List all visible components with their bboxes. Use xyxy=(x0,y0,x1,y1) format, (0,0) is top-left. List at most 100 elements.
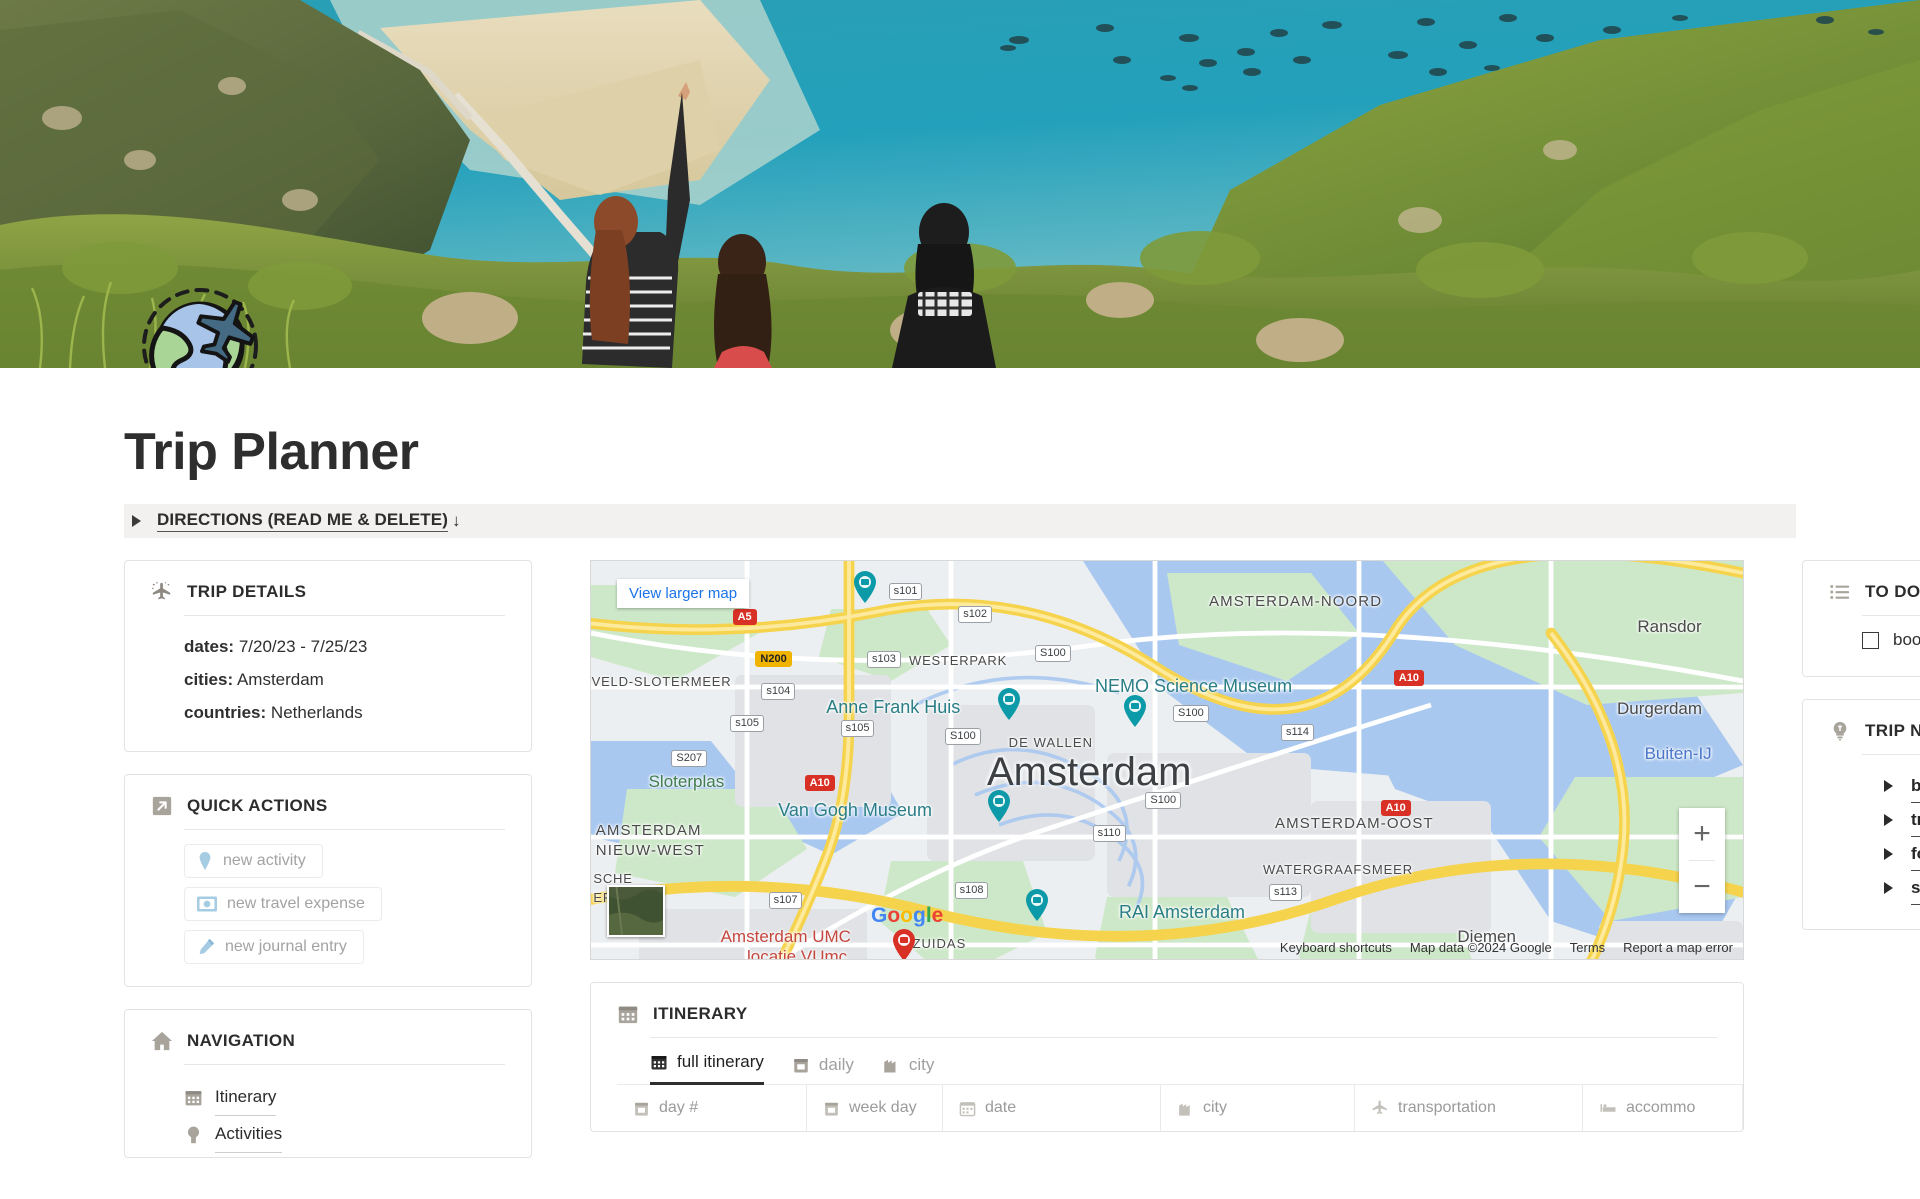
detail-value: Amsterdam xyxy=(236,670,324,689)
report-map-error-link[interactable]: Report a map error xyxy=(1623,940,1733,955)
calendar-icon xyxy=(184,1088,203,1107)
calendar-day-icon xyxy=(633,1100,650,1117)
arrow-up-right-box-icon xyxy=(151,795,173,817)
left-column: TRIP DETAILS dates: 7/20/23 - 7/25/23 ci… xyxy=(124,560,532,1180)
city-icon xyxy=(1177,1100,1194,1117)
tab-label: city xyxy=(908,1055,935,1074)
directions-toggle[interactable]: DIRECTIONS (READ ME & DELETE) ↓ xyxy=(124,504,1796,538)
nav-item-activities[interactable]: Activities xyxy=(184,1116,505,1153)
trip-note-label: travel tips xyxy=(1911,803,1920,837)
todo-header: TO DO LIST xyxy=(1829,581,1920,615)
qa-label: new travel expense xyxy=(227,895,365,912)
column-header-date[interactable]: date xyxy=(943,1085,1161,1131)
column-header-transportation[interactable]: transportation xyxy=(1355,1085,1583,1131)
trip-note-item[interactable]: brain dump xyxy=(1884,769,1920,803)
center-column: AMSTERDAM-NOORD Ransdor WESTERPARK NEMO Sci… xyxy=(590,560,1744,1180)
map-data-attribution: Map data ©2024 Google xyxy=(1409,940,1552,955)
trip-notes-title: TRIP NOTES xyxy=(1865,721,1920,740)
divider xyxy=(1862,615,1920,616)
globe-with-airplane-icon xyxy=(138,280,278,368)
navigation-title: NAVIGATION xyxy=(187,1031,296,1050)
terms-link[interactable]: Terms xyxy=(1570,940,1605,955)
tab-city[interactable]: city xyxy=(882,1055,935,1085)
itinerary-title: ITINERARY xyxy=(653,1004,748,1023)
calendar-icon xyxy=(650,1053,668,1071)
column-header-day-[interactable]: day # xyxy=(617,1085,807,1131)
todo-list-card: TO DO LIST book museum tickets xyxy=(1802,560,1920,677)
navigation-body: Itinerary Activities xyxy=(151,1079,505,1153)
trip-details-body: dates: 7/20/23 - 7/25/23 cities: Amsterd… xyxy=(151,630,505,729)
triangle-right-icon[interactable] xyxy=(1884,882,1893,894)
trip-details-title: TRIP DETAILS xyxy=(187,582,307,601)
airplane-icon xyxy=(1371,1099,1389,1117)
list-icon xyxy=(1829,581,1851,603)
new-journal-entry-button[interactable]: new journal entry xyxy=(184,930,364,964)
trip-note-label: foods to try xyxy=(1911,837,1920,871)
trip-detail-row: countries: Netherlands xyxy=(184,696,505,729)
todo-item[interactable]: book museum tickets xyxy=(1862,630,1920,650)
triangle-right-icon[interactable] xyxy=(1884,848,1893,860)
trip-detail-row: dates: 7/20/23 - 7/25/23 xyxy=(184,630,505,663)
new-travel-expense-button[interactable]: new travel expense xyxy=(184,887,382,921)
tab-full-itinerary[interactable]: full itinerary xyxy=(650,1052,764,1085)
triangle-right-icon[interactable] xyxy=(1884,780,1893,792)
detail-value: 7/20/23 - 7/25/23 xyxy=(238,637,368,656)
down-arrow-icon: ↓ xyxy=(451,511,461,530)
trip-notes-card: TRIP NOTES brain dumptravel tipsfoods to… xyxy=(1802,699,1920,930)
detail-label: countries: xyxy=(184,703,267,722)
right-column: TO DO LIST book museum tickets xyxy=(1802,560,1920,1180)
quick-actions-card: QUICK ACTIONS new activity new travel ex… xyxy=(124,774,532,987)
column-header-label: day # xyxy=(659,1099,699,1116)
column-header-week-day[interactable]: week day xyxy=(807,1085,943,1131)
city-icon xyxy=(882,1056,900,1074)
map-satellite-thumbnail[interactable] xyxy=(607,885,665,937)
trip-note-item[interactable]: souvenirs to buy xyxy=(1884,871,1920,905)
todo-checkbox[interactable] xyxy=(1862,631,1879,649)
map-zoom-controls[interactable]: + − xyxy=(1679,808,1725,913)
trip-notes-body: brain dumptravel tipsfoods to trysouveni… xyxy=(1829,769,1920,905)
nav-item-label: Activities xyxy=(215,1116,283,1153)
view-larger-map-link[interactable]: View larger map xyxy=(617,579,750,608)
main-grid: TRIP DETAILS dates: 7/20/23 - 7/25/23 ci… xyxy=(0,560,1920,1180)
hero-photo xyxy=(0,0,1920,368)
qa-label: new activity xyxy=(223,852,306,869)
map-tiles xyxy=(591,561,1743,959)
column-header-label: transportation xyxy=(1398,1099,1496,1116)
quick-actions-body: new activity new travel expense new jour… xyxy=(151,844,505,964)
column-header-city[interactable]: city xyxy=(1161,1085,1355,1131)
page-title: Trip Planner xyxy=(124,423,419,481)
quick-actions-header: QUICK ACTIONS xyxy=(151,795,505,829)
map-embed[interactable]: AMSTERDAM-NOORD Ransdor WESTERPARK NEMO Sci… xyxy=(590,560,1744,960)
column-header-label: accommo xyxy=(1626,1099,1696,1116)
itinerary-card: ITINERARY full itinerary daily city day … xyxy=(590,982,1744,1132)
column-header-label: city xyxy=(1203,1099,1227,1116)
trip-note-label: souvenirs to buy xyxy=(1911,871,1920,905)
new-activity-button[interactable]: new activity xyxy=(184,844,323,878)
column-header-label: week day xyxy=(849,1099,917,1116)
pin-icon xyxy=(184,1125,203,1144)
nav-item-itinerary[interactable]: Itinerary xyxy=(184,1079,505,1116)
calendar-icon xyxy=(617,1003,639,1025)
zoom-out-button[interactable]: − xyxy=(1679,861,1725,913)
column-header-label: date xyxy=(985,1099,1017,1116)
divider xyxy=(650,1037,1717,1038)
todo-item-label: book museum tickets xyxy=(1893,630,1920,649)
map-footer: Keyboard shortcuts Map data ©2024 Google… xyxy=(1266,937,1743,959)
tab-label: daily xyxy=(818,1055,854,1074)
keyboard-shortcuts-link[interactable]: Keyboard shortcuts xyxy=(1280,940,1392,955)
house-icon xyxy=(151,1030,173,1052)
detail-label: dates: xyxy=(184,637,235,656)
bed-icon xyxy=(1599,1099,1617,1117)
column-header-accommo[interactable]: accommo xyxy=(1583,1085,1743,1131)
triangle-right-icon[interactable] xyxy=(132,515,141,527)
trip-note-item[interactable]: travel tips xyxy=(1884,803,1920,837)
tab-daily[interactable]: daily xyxy=(792,1055,854,1085)
itinerary-table-header: day # week day date city transportation accom… xyxy=(617,1084,1743,1131)
triangle-right-icon[interactable] xyxy=(1884,814,1893,826)
pencil-icon xyxy=(197,938,215,956)
person-middle xyxy=(714,234,772,368)
navigation-card: NAVIGATION Itinerary Activities xyxy=(124,1009,532,1158)
trip-note-item[interactable]: foods to try xyxy=(1884,837,1920,871)
zoom-in-button[interactable]: + xyxy=(1679,808,1725,860)
calendar-day-icon xyxy=(792,1056,810,1074)
